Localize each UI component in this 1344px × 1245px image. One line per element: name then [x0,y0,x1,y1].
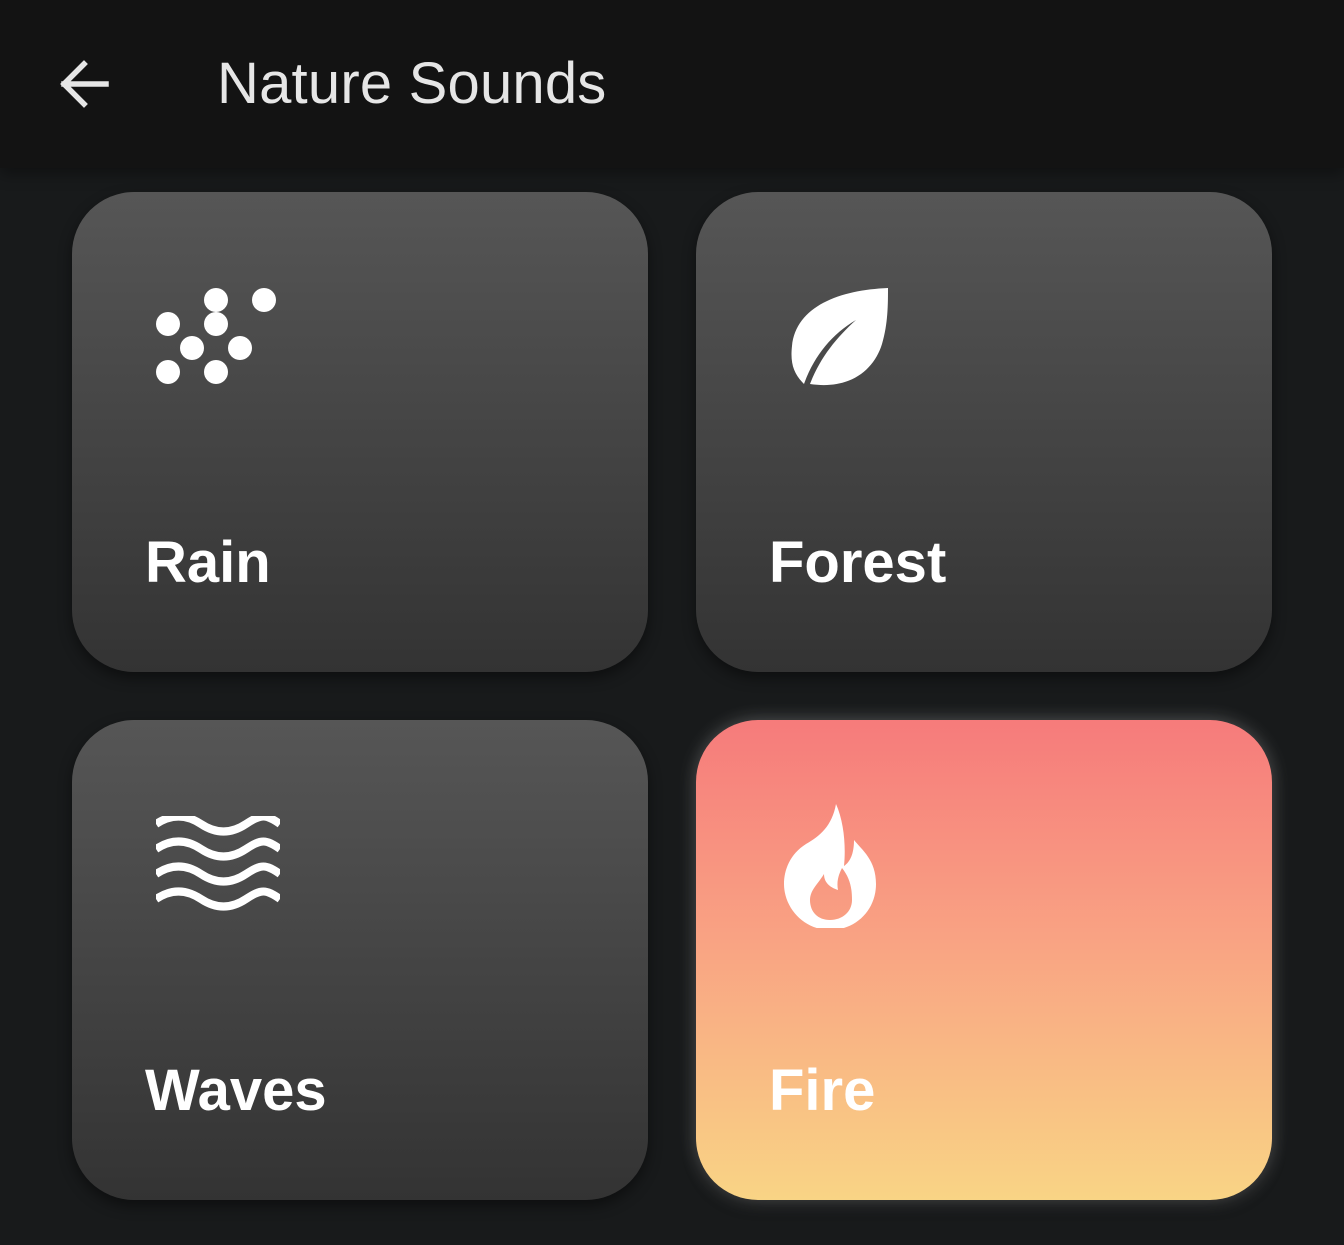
sound-card-waves[interactable]: Waves [72,720,648,1200]
sound-grid: Rain Forest Waves Fire [0,0,1344,1245]
sound-card-fire[interactable]: Fire [696,720,1272,1200]
sound-label: Rain [145,530,271,595]
rain-drops-icon [156,288,276,384]
sound-card-forest[interactable]: Forest [696,192,1272,672]
sound-label: Fire [769,1058,876,1123]
leaf-icon [791,288,888,386]
waves-icon [156,816,280,911]
sound-label: Forest [769,530,947,595]
sound-label: Waves [145,1058,327,1123]
sound-card-rain[interactable]: Rain [72,192,648,672]
flame-icon [784,804,876,928]
